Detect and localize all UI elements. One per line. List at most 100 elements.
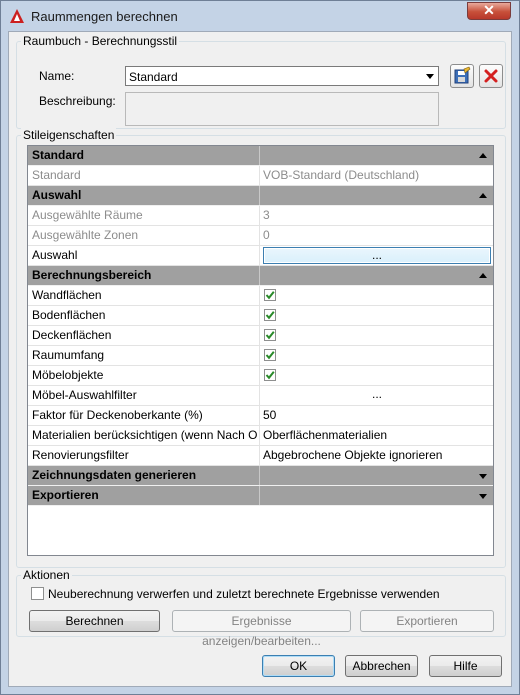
property-value-cell[interactable]: ... bbox=[260, 246, 493, 265]
property-value[interactable]: Oberflächenmaterialien bbox=[260, 426, 493, 445]
edit-style-button[interactable] bbox=[450, 64, 474, 88]
ellipsis-button[interactable]: ... bbox=[263, 387, 491, 404]
property-checkbox-cell[interactable] bbox=[260, 306, 493, 325]
category-collapse-cell bbox=[260, 486, 493, 505]
property-category[interactable]: Exportieren bbox=[28, 486, 493, 506]
property-checkbox[interactable] bbox=[264, 329, 276, 341]
description-field bbox=[125, 92, 439, 126]
properties-group-label: Stileigenschaften bbox=[21, 128, 117, 142]
style-name-select[interactable]: Standard bbox=[125, 66, 439, 86]
checkmark-icon bbox=[265, 331, 275, 340]
property-row[interactable]: Faktor für Deckenoberkante (%) 50 bbox=[28, 406, 493, 426]
property-value: VOB-Standard (Deutschland) bbox=[263, 168, 420, 182]
category-collapse-cell bbox=[260, 466, 493, 485]
property-checkbox[interactable] bbox=[264, 369, 276, 381]
description-label: Beschreibung: bbox=[39, 94, 116, 108]
property-grid[interactable]: Standard Standard VOB-Standard (Deutschlan… bbox=[27, 145, 494, 556]
property-name: Auswahl bbox=[28, 246, 260, 265]
property-value[interactable]: 50 bbox=[260, 406, 493, 425]
style-name-value: Standard bbox=[129, 70, 178, 84]
checkmark-icon bbox=[265, 311, 275, 320]
checkmark-icon bbox=[265, 371, 275, 380]
autocad-app-icon bbox=[10, 9, 24, 23]
export-button[interactable]: Exportieren bbox=[360, 610, 494, 632]
checkmark-icon bbox=[265, 351, 275, 360]
property-value-cell[interactable]: ... bbox=[260, 386, 493, 405]
window-title: Raummengen berechnen bbox=[31, 9, 178, 24]
property-category[interactable]: Standard bbox=[28, 146, 493, 166]
ok-button[interactable]: OK bbox=[262, 655, 335, 677]
title-bar[interactable]: Raummengen berechnen ✕ bbox=[1, 1, 519, 31]
collapse-chevron-icon[interactable] bbox=[479, 193, 487, 198]
property-row[interactable]: Raumumfang bbox=[28, 346, 493, 366]
calculate-button[interactable]: Berechnen bbox=[29, 610, 160, 632]
property-name: Renovierungsfilter bbox=[28, 446, 260, 465]
property-name: Ausgewählte Zonen bbox=[28, 226, 260, 245]
property-row[interactable]: Möbel-Auswahlfilter... bbox=[28, 386, 493, 406]
category-label: Berechnungsbereich bbox=[28, 266, 260, 285]
property-row[interactable]: Deckenflächen bbox=[28, 326, 493, 346]
category-label: Zeichnungsdaten generieren bbox=[28, 466, 260, 485]
category-collapse-cell bbox=[260, 186, 493, 205]
property-name: Standard bbox=[28, 166, 260, 185]
chevron-down-icon bbox=[426, 74, 434, 79]
discard-recalc-label: Neuberechnung verwerfen und zuletzt bere… bbox=[48, 587, 440, 601]
property-row[interactable]: Auswahl... bbox=[28, 246, 493, 266]
discard-recalc-checkbox[interactable] bbox=[31, 587, 44, 600]
cancel-button[interactable]: Abbrechen bbox=[345, 655, 418, 677]
property-name: Faktor für Deckenoberkante (%) bbox=[28, 406, 260, 425]
property-name: Ausgewählte Räume bbox=[28, 206, 260, 225]
property-name: Deckenflächen bbox=[28, 326, 260, 345]
name-label: Name: bbox=[39, 69, 75, 83]
property-row[interactable]: Möbelobjekte bbox=[28, 366, 493, 386]
actions-group-label: Aktionen bbox=[21, 568, 72, 582]
expand-chevron-icon[interactable] bbox=[479, 494, 487, 499]
property-value: 0 bbox=[263, 228, 270, 242]
property-row[interactable]: Wandflächen bbox=[28, 286, 493, 306]
property-value: 3 bbox=[263, 208, 270, 222]
expand-chevron-icon[interactable] bbox=[479, 474, 487, 479]
category-label: Standard bbox=[28, 146, 260, 165]
property-checkbox-cell[interactable] bbox=[260, 346, 493, 365]
checkmark-icon bbox=[265, 291, 275, 300]
property-checkbox-cell[interactable] bbox=[260, 326, 493, 345]
property-category[interactable]: Auswahl bbox=[28, 186, 493, 206]
property-category[interactable]: Zeichnungsdaten generieren bbox=[28, 466, 493, 486]
property-name: Möbelobjekte bbox=[28, 366, 260, 385]
delete-icon bbox=[484, 69, 498, 83]
property-row[interactable]: Bodenflächen bbox=[28, 306, 493, 326]
property-name: Wandflächen bbox=[28, 286, 260, 305]
collapse-chevron-icon[interactable] bbox=[479, 273, 487, 278]
property-checkbox-cell[interactable] bbox=[260, 286, 493, 305]
property-value[interactable]: Abgebrochene Objekte ignorieren bbox=[260, 446, 493, 465]
property-checkbox-cell[interactable] bbox=[260, 366, 493, 385]
property-checkbox[interactable] bbox=[264, 309, 276, 321]
dialog-window: Raummengen berechnen ✕ Raumbuch - Berech… bbox=[0, 0, 520, 695]
floppy-edit-icon bbox=[454, 66, 471, 84]
show-results-button[interactable]: Ergebnisse anzeigen/bearbeiten... bbox=[172, 610, 351, 648]
close-window-button[interactable]: ✕ bbox=[467, 2, 511, 20]
property-checkbox[interactable] bbox=[264, 349, 276, 361]
ellipsis-button[interactable]: ... bbox=[263, 247, 491, 264]
category-label: Exportieren bbox=[28, 486, 260, 505]
property-row[interactable]: Ausgewählte Räume 3 bbox=[28, 206, 493, 226]
dialog-client-area: Raumbuch - Berechnungsstil Name: Standar… bbox=[8, 31, 512, 687]
raumbuch-group-label: Raumbuch - Berechnungsstil bbox=[21, 34, 180, 48]
category-collapse-cell bbox=[260, 146, 493, 165]
collapse-chevron-icon[interactable] bbox=[479, 153, 487, 158]
property-row[interactable]: Standard VOB-Standard (Deutschland) bbox=[28, 166, 493, 186]
property-name: Raumumfang bbox=[28, 346, 260, 365]
property-row[interactable]: Renovierungsfilter Abgebrochene Objekte i… bbox=[28, 446, 493, 466]
property-row[interactable]: Materialien berücksichtigen (wenn Nach O… bbox=[28, 426, 493, 446]
property-category[interactable]: Berechnungsbereich bbox=[28, 266, 493, 286]
property-row[interactable]: Ausgewählte Zonen 0 bbox=[28, 226, 493, 246]
category-label: Auswahl bbox=[28, 186, 260, 205]
property-checkbox[interactable] bbox=[264, 289, 276, 301]
help-button[interactable]: Hilfe bbox=[429, 655, 502, 677]
close-icon: ✕ bbox=[483, 2, 495, 18]
property-name: Möbel-Auswahlfilter bbox=[28, 386, 260, 405]
property-name: Materialien berücksichtigen (wenn Nach O bbox=[28, 426, 260, 445]
raumbuch-group: Raumbuch - Berechnungsstil Name: Standar… bbox=[16, 34, 506, 129]
category-collapse-cell bbox=[260, 266, 493, 285]
delete-style-button[interactable] bbox=[479, 64, 503, 88]
